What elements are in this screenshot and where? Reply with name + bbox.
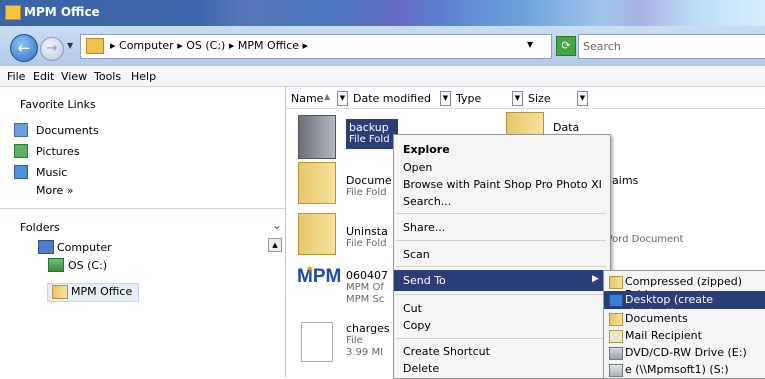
file-name-data[interactable]: Data — [553, 121, 579, 134]
desktop-icon — [609, 294, 623, 307]
column-type-filter[interactable]: ▼ — [512, 91, 523, 106]
ctx-explore[interactable]: Explore — [403, 143, 450, 156]
menu-tools[interactable]: Tools — [94, 70, 121, 83]
file-name-uninstall[interactable]: Uninsta — [346, 225, 388, 238]
computer-icon — [38, 240, 54, 254]
document-icon — [301, 322, 333, 362]
ctx-delete[interactable]: Delete — [403, 362, 439, 375]
menu-view[interactable]: View — [61, 70, 87, 83]
favorite-link-documents[interactable]: Documents — [36, 124, 99, 137]
refresh-button[interactable]: ⟳ — [556, 36, 576, 56]
ctx-search[interactable]: Search... — [403, 195, 451, 208]
folder-icon — [298, 115, 336, 159]
column-size[interactable]: Size — [528, 92, 551, 105]
search-placeholder: Search — [583, 40, 621, 53]
menu-separator — [396, 294, 606, 295]
menu-separator — [396, 266, 606, 267]
sort-up-icon: ▲ — [324, 92, 331, 101]
sendto-mail-recipient[interactable]: Mail Recipient — [625, 329, 702, 342]
ctx-open[interactable]: Open — [403, 161, 432, 174]
sendto-dvd-drive[interactable]: DVD/CD-RW Drive (E:) — [625, 346, 747, 359]
folder-icon — [298, 162, 336, 204]
file-detail: MPM Sc — [346, 294, 385, 305]
title-bar — [0, 0, 765, 26]
folder-icon — [298, 213, 336, 255]
file-type: File Fold — [346, 187, 387, 198]
tree-item-os-c[interactable]: OS (C:) — [68, 259, 107, 272]
scroll-up-button[interactable]: ▲ — [268, 238, 282, 252]
folder-icon — [52, 285, 68, 299]
forward-button[interactable]: → — [40, 37, 64, 61]
recent-pages-dropdown[interactable]: ▼ — [67, 41, 73, 50]
column-name[interactable]: Name — [291, 92, 323, 105]
menu-separator — [396, 213, 606, 214]
tree-item-mpm-office[interactable]: MPM Office — [71, 285, 132, 298]
folders-title[interactable]: Folders — [20, 221, 60, 234]
menu-file[interactable]: File — [7, 70, 25, 83]
file-name-charges[interactable]: charges — [346, 322, 390, 335]
drive-icon — [48, 258, 64, 272]
pane-divider — [0, 208, 285, 209]
network-drive-icon — [609, 364, 623, 377]
sendto-network-drive[interactable]: e (\\Mpmsoft1) (S:) — [625, 363, 729, 376]
file-type: File Fold — [349, 134, 390, 145]
column-size-filter[interactable]: ▼ — [577, 91, 588, 106]
tree-item-computer[interactable]: Computer — [57, 241, 112, 254]
menu-separator — [396, 240, 606, 241]
file-type: File Fold — [346, 238, 387, 249]
breadcrumb[interactable]: ▸ Computer ▸ OS (C:) ▸ MPM Office ▸ — [110, 39, 308, 52]
ctx-cut[interactable]: Cut — [403, 302, 422, 315]
search-input[interactable]: Search — [578, 34, 765, 59]
music-icon — [14, 165, 28, 179]
menu-help[interactable]: Help — [131, 70, 156, 83]
favorites-title: Favorite Links — [20, 98, 96, 111]
column-date-filter[interactable]: ▼ — [440, 91, 451, 106]
ctx-scan[interactable]: Scan — [403, 248, 430, 261]
folder-icon — [86, 38, 104, 54]
file-type: File — [346, 335, 363, 346]
pictures-icon — [14, 144, 28, 158]
file-name-060407[interactable]: 060407 — [346, 269, 388, 282]
chevron-down-icon[interactable]: ▼ — [527, 40, 533, 49]
file-name-documents[interactable]: Docume — [346, 174, 392, 187]
sendto-documents[interactable]: Documents — [625, 312, 688, 325]
more-links-button[interactable]: More » — [36, 184, 74, 197]
mail-icon — [609, 330, 623, 343]
zip-folder-icon — [609, 276, 623, 289]
window-title: MPM Office — [24, 5, 100, 19]
ctx-send-to[interactable]: Send To — [403, 274, 446, 287]
submenu-arrow-icon: ▶ — [592, 274, 599, 284]
ctx-browse-paint-shop[interactable]: Browse with Paint Shop Pro Photo XI — [403, 178, 602, 191]
documents-folder-icon — [609, 313, 623, 326]
favorite-link-pictures[interactable]: Pictures — [36, 145, 80, 158]
dvd-drive-icon — [609, 347, 623, 360]
chevron-down-icon[interactable]: ⌄ — [272, 218, 282, 232]
back-button[interactable]: ← — [10, 34, 38, 62]
column-name-filter[interactable]: ▼ — [337, 91, 348, 106]
menu-separator — [396, 338, 606, 339]
folder-icon — [5, 5, 21, 20]
file-size: 3.99 MI — [346, 347, 384, 358]
favorite-link-music[interactable]: Music — [36, 166, 67, 179]
column-date-modified[interactable]: Date modified — [353, 92, 431, 105]
ctx-share[interactable]: Share... — [403, 221, 445, 234]
star-icon: ✶ — [305, 262, 316, 276]
menu-edit[interactable]: Edit — [33, 70, 54, 83]
documents-icon — [14, 123, 28, 137]
column-type[interactable]: Type — [456, 92, 481, 105]
file-detail: MPM Of — [346, 282, 384, 293]
ctx-create-shortcut[interactable]: Create Shortcut — [403, 345, 490, 358]
ctx-copy[interactable]: Copy — [403, 319, 431, 332]
file-name-claims[interactable]: laims — [609, 174, 638, 187]
file-type: Vord Document — [606, 234, 684, 245]
file-name-backup[interactable]: backup — [349, 121, 389, 134]
